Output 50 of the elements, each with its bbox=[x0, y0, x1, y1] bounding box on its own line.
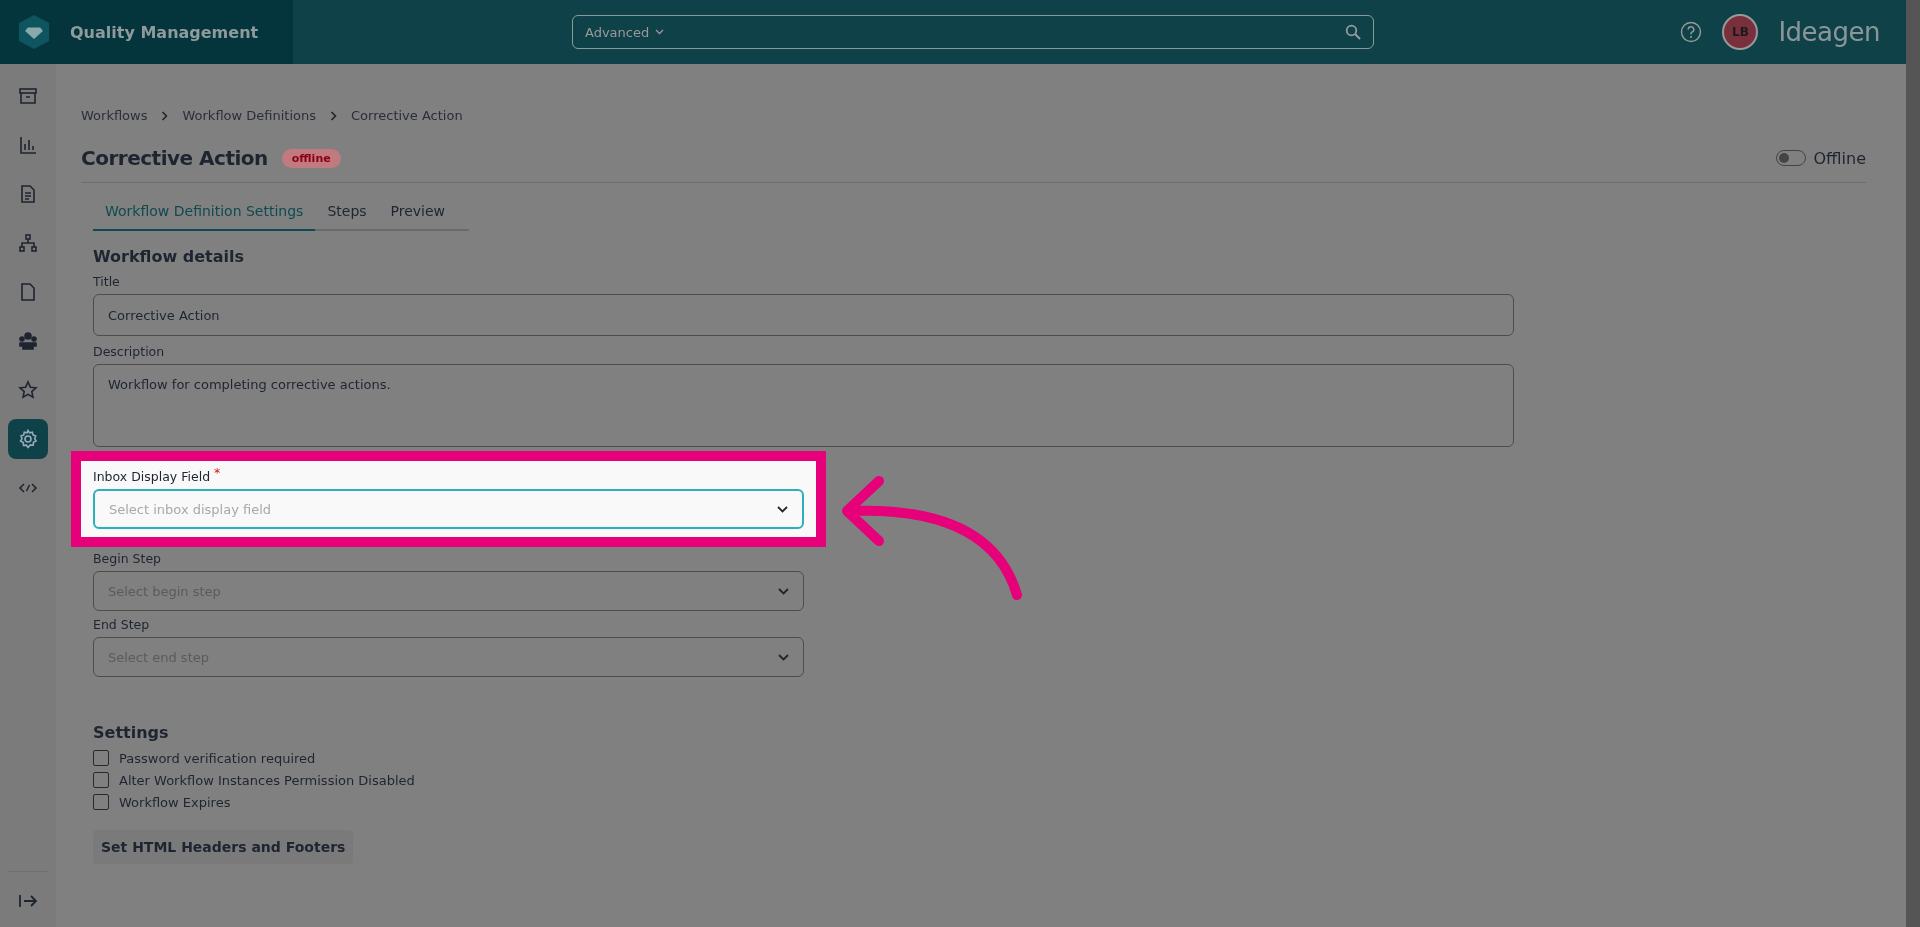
breadcrumb-link[interactable]: Workflow Definitions bbox=[182, 108, 317, 123]
html-headers-button[interactable]: Set HTML Headers and Footers bbox=[93, 830, 354, 864]
checkbox[interactable] bbox=[93, 772, 109, 788]
scrollbar[interactable] bbox=[1906, 0, 1920, 927]
diamond-logo-icon bbox=[18, 14, 50, 50]
file-icon bbox=[18, 282, 38, 302]
description-field[interactable]: Workflow for completing corrective actions. bbox=[93, 364, 1514, 447]
field-label: Title bbox=[93, 274, 121, 289]
archive-icon bbox=[18, 86, 38, 106]
page-title: Corrective Action bbox=[81, 146, 268, 170]
help-icon[interactable] bbox=[1680, 21, 1703, 43]
status-badge: offline bbox=[281, 148, 341, 168]
chevron-right-icon bbox=[330, 110, 338, 121]
checkbox[interactable] bbox=[93, 794, 109, 810]
sidebar-item[interactable] bbox=[8, 419, 48, 459]
field-label: Begin Step bbox=[93, 551, 163, 566]
chevron-down-icon bbox=[778, 587, 789, 595]
hierarchy-icon bbox=[18, 233, 38, 253]
tab[interactable]: Workflow Definition Settings bbox=[93, 193, 316, 231]
field-label: Description bbox=[93, 344, 166, 359]
chevron-down-icon bbox=[778, 653, 789, 661]
caret-icon bbox=[655, 29, 665, 35]
filter-dropdown[interactable]: Advanced bbox=[585, 24, 665, 40]
field-label: End Step bbox=[93, 617, 151, 632]
field-label: Inbox Display Field * bbox=[93, 469, 222, 484]
bar-chart-icon bbox=[18, 135, 38, 155]
breadcrumb-link[interactable]: Workflows bbox=[81, 108, 148, 123]
company-logo: Ideagen bbox=[1778, 17, 1880, 47]
settings-icon bbox=[18, 429, 38, 449]
checkbox[interactable] bbox=[93, 750, 109, 766]
chevron-right-icon bbox=[161, 110, 169, 121]
document-icon bbox=[18, 184, 38, 204]
checkbox-label: Alter Workflow Instances Permission Disabled bbox=[119, 772, 415, 788]
search-icon[interactable] bbox=[1345, 24, 1361, 40]
group-icon bbox=[18, 331, 38, 351]
section-heading: Workflow details bbox=[93, 247, 246, 266]
title-field[interactable]: Corrective Action bbox=[93, 294, 1514, 336]
search-field[interactable]: Advanced bbox=[572, 15, 1374, 49]
chevron-down-icon bbox=[777, 505, 788, 513]
dropdown-field[interactable]: Select inbox display field bbox=[93, 489, 804, 529]
user-avatar[interactable]: LB bbox=[1722, 14, 1759, 50]
tab[interactable]: Steps bbox=[315, 193, 379, 231]
toggle-label: Offline bbox=[1813, 148, 1866, 168]
expand-sidebar-icon[interactable] bbox=[18, 893, 38, 909]
section-heading: Settings bbox=[93, 723, 170, 742]
app-title: Quality Management bbox=[70, 22, 259, 42]
checkbox-label: Password verification required bbox=[119, 750, 316, 766]
checkbox-label: Workflow Expires bbox=[119, 794, 231, 810]
tab[interactable]: Preview bbox=[378, 193, 458, 231]
star-icon bbox=[18, 380, 38, 400]
